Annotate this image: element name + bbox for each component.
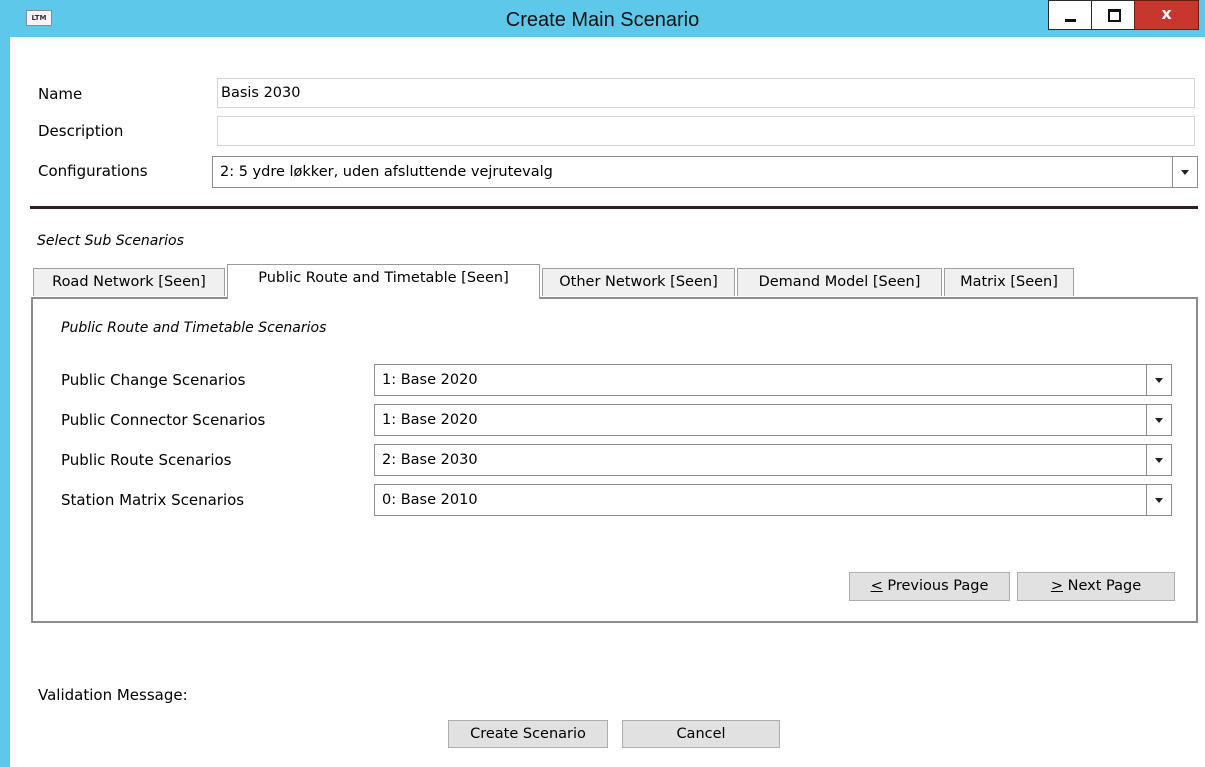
previous-page-button[interactable]: < Previous Page: [849, 572, 1010, 601]
sub-scenarios-heading: Select Sub Scenarios: [37, 233, 184, 249]
public-connector-dropdown[interactable]: 1: Base 2020: [374, 404, 1172, 436]
station-matrix-label: Station Matrix Scenarios: [61, 491, 245, 509]
panel-heading: Public Route and Timetable Scenarios: [61, 320, 327, 336]
public-route-value: 2: Base 2030: [382, 452, 478, 468]
cancel-button[interactable]: Cancel: [622, 720, 780, 748]
chevron-down-icon[interactable]: [1146, 365, 1171, 395]
chevron-down-icon[interactable]: [1172, 157, 1197, 187]
previous-page-label: Previous Page: [882, 578, 989, 594]
public-route-dropdown[interactable]: 2: Base 2030: [374, 444, 1172, 476]
public-route-label: Public Route Scenarios: [61, 451, 232, 469]
create-scenario-button[interactable]: Create Scenario: [448, 720, 608, 748]
next-mnemonic: >: [1050, 578, 1064, 594]
configurations-label: Configurations: [38, 162, 148, 180]
separator: [30, 206, 1198, 209]
name-field[interactable]: Basis 2030: [217, 78, 1195, 108]
dialog-window: LTM Create Main Scenario x Name Basis 20…: [0, 0, 1205, 767]
public-change-dropdown[interactable]: 1: Base 2020: [374, 364, 1172, 396]
name-label: Name: [38, 85, 83, 103]
previous-mnemonic: <: [870, 578, 883, 594]
configurations-dropdown[interactable]: 2: 5 ydre løkker, uden afsluttende vejru…: [212, 156, 1198, 188]
tab-other-network[interactable]: Other Network [Seen]: [542, 268, 735, 296]
maximize-button[interactable]: [1091, 0, 1135, 30]
title-bar[interactable]: LTM Create Main Scenario x: [0, 0, 1205, 37]
tab-demand-model[interactable]: Demand Model [Seen]: [737, 268, 942, 296]
validation-message-label: Validation Message:: [38, 686, 188, 704]
tab-public-route-timetable[interactable]: Public Route and Timetable [Seen]: [227, 264, 540, 299]
close-button[interactable]: x: [1134, 0, 1199, 30]
public-change-label: Public Change Scenarios: [61, 371, 246, 389]
minimize-button[interactable]: [1048, 0, 1092, 30]
next-page-button[interactable]: > Next Page: [1017, 572, 1175, 601]
description-label: Description: [38, 122, 124, 140]
description-field[interactable]: [217, 116, 1195, 146]
chevron-down-icon[interactable]: [1146, 405, 1171, 435]
tab-matrix[interactable]: Matrix [Seen]: [944, 268, 1074, 296]
next-page-label: Next Page: [1063, 578, 1142, 594]
public-connector-label: Public Connector Scenarios: [61, 411, 266, 429]
chevron-down-icon[interactable]: [1146, 485, 1171, 515]
tab-road-network[interactable]: Road Network [Seen]: [33, 268, 225, 296]
window-title: Create Main Scenario: [505, 9, 700, 31]
chevron-down-icon[interactable]: [1146, 445, 1171, 475]
configurations-value: 2: 5 ydre løkker, uden afsluttende vejru…: [220, 164, 553, 180]
public-connector-value: 1: Base 2020: [382, 412, 478, 428]
station-matrix-value: 0: Base 2010: [382, 492, 478, 508]
station-matrix-dropdown[interactable]: 0: Base 2010: [374, 484, 1172, 516]
public-change-value: 1: Base 2020: [382, 372, 478, 388]
